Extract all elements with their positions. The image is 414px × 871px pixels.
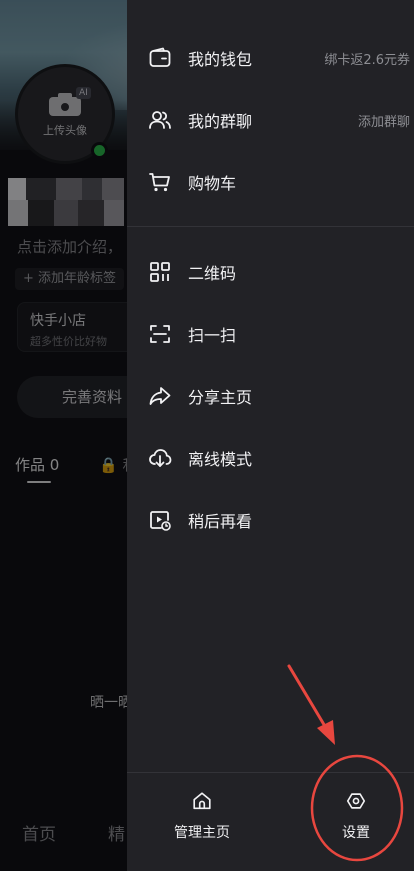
watch-later-icon <box>150 511 171 531</box>
wallet-icon <box>149 47 171 67</box>
menu-item-label: 稍后再看 <box>188 512 253 531</box>
scan-icon <box>150 325 170 343</box>
menu-item-extra: 添加群聊 <box>357 114 410 130</box>
settings-label: 设置 <box>342 825 370 841</box>
cart-icon <box>149 173 170 192</box>
menu-item-scan[interactable]: 扫一扫 <box>127 310 414 358</box>
menu-item-share-home[interactable]: 分享主页 <box>127 372 414 420</box>
menu-item-group-chat[interactable]: 我的群聊 添加群聊 <box>127 96 414 144</box>
menu-item-label: 分享主页 <box>188 388 253 407</box>
manage-home-button[interactable]: 管理主页 <box>147 780 257 860</box>
menu-item-label: 二维码 <box>188 264 237 283</box>
settings-button[interactable]: 设置 <box>301 780 411 860</box>
menu-item-qr-code[interactable]: 二维码 <box>127 248 414 296</box>
menu-divider <box>127 226 414 227</box>
share-icon <box>149 387 171 405</box>
menu-item-label: 扫一扫 <box>188 326 237 345</box>
group-chat-icon <box>149 111 171 129</box>
offline-download-icon <box>149 449 172 467</box>
menu-item-cart[interactable]: 购物车 <box>127 158 414 206</box>
menu-item-extra: 绑卡返2.6元券 <box>324 52 410 68</box>
side-drawer: 我的钱包 绑卡返2.6元券 我的群聊 添加群聊 购物车 二维码 扫一扫 分享主页… <box>127 0 414 871</box>
menu-item-label: 离线模式 <box>188 450 253 469</box>
qr-code-icon <box>150 262 170 282</box>
manage-home-label: 管理主页 <box>174 825 230 841</box>
menu-item-label: 购物车 <box>188 174 237 193</box>
menu-item-wallet[interactable]: 我的钱包 绑卡返2.6元券 <box>127 34 414 82</box>
menu-item-label: 我的钱包 <box>188 50 253 69</box>
menu-item-offline-mode[interactable]: 离线模式 <box>127 434 414 482</box>
bottom-divider <box>127 772 414 773</box>
home-icon <box>193 792 211 810</box>
gear-icon <box>346 793 366 809</box>
menu-item-label: 我的群聊 <box>188 112 253 131</box>
menu-item-watch-later[interactable]: 稍后再看 <box>127 496 414 544</box>
